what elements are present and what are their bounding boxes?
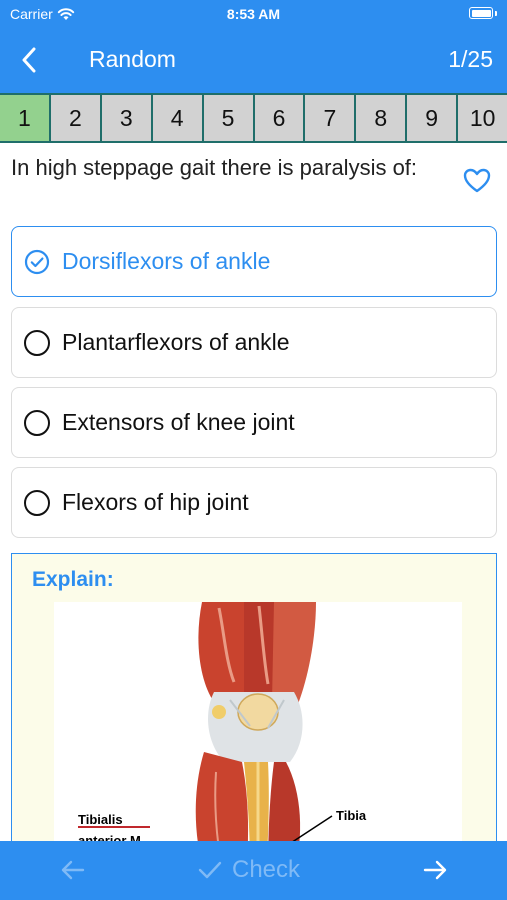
previous-button[interactable]	[58, 855, 88, 885]
arrow-left-icon	[61, 860, 85, 880]
answer-option-3[interactable]: Extensors of knee joint	[11, 387, 497, 458]
question-number-strip: 1 2 3 4 5 6 7 8 9 10	[0, 93, 507, 143]
explain-title: Explain:	[32, 568, 114, 591]
question-number-7[interactable]: 7	[305, 95, 357, 141]
knee-muscles-figure: Tibialis anterior M. Tibia	[74, 602, 367, 872]
explain-panel: Explain: Tibialis a	[11, 553, 497, 873]
answer-option-4[interactable]: Flexors of hip joint	[11, 467, 497, 538]
answer-option-label: Dorsiflexors of ankle	[62, 248, 271, 274]
answer-option-label: Flexors of hip joint	[62, 489, 249, 515]
next-button[interactable]	[420, 855, 450, 885]
question-text: In high steppage gait there is paralysis…	[11, 155, 418, 180]
top-header: Carrier 8:53 AM Random 1/25	[0, 0, 507, 93]
question-number-8[interactable]: 8	[356, 95, 408, 141]
battery-tip	[495, 11, 497, 16]
bottom-toolbar: Check	[0, 841, 507, 900]
radio-icon	[24, 489, 50, 516]
figure-label-tibia: Tibia	[336, 808, 367, 823]
question-number-2[interactable]: 2	[50, 95, 102, 141]
favorite-button[interactable]	[463, 168, 491, 194]
check-button[interactable]: Check	[198, 855, 300, 885]
answer-option-label: Extensors of knee joint	[62, 409, 295, 435]
anatomy-illustration: Tibialis anterior M. Tibia	[54, 602, 462, 872]
chevron-left-icon	[22, 47, 36, 73]
question-number-3[interactable]: 3	[101, 95, 153, 141]
radio-icon	[24, 329, 50, 356]
back-button[interactable]	[14, 44, 44, 76]
radio-icon	[24, 409, 50, 436]
question-number-4[interactable]: 4	[152, 95, 204, 141]
question-number-1[interactable]: 1	[0, 95, 51, 141]
nav-title: Random	[89, 46, 176, 72]
arrow-right-icon	[423, 860, 447, 880]
answer-option-1[interactable]: Dorsiflexors of ankle	[11, 226, 497, 297]
answer-option-2[interactable]: Plantarflexors of ankle	[11, 307, 497, 378]
question-number-10[interactable]: 10	[458, 95, 507, 141]
question-number-9[interactable]: 9	[407, 95, 459, 141]
status-time: 8:53 AM	[226, 6, 281, 22]
question-number-6[interactable]: 6	[254, 95, 306, 141]
check-button-label: Check	[232, 856, 301, 883]
battery-icon	[469, 7, 493, 19]
question-number-5[interactable]: 5	[203, 95, 255, 141]
question-counter: 1/25	[448, 46, 493, 72]
figure-label-tibialis: Tibialis	[78, 812, 123, 827]
check-circle-icon	[24, 249, 50, 274]
heart-icon	[463, 168, 491, 193]
checkmark-icon	[198, 861, 222, 879]
answer-option-label: Plantarflexors of ankle	[62, 329, 290, 355]
